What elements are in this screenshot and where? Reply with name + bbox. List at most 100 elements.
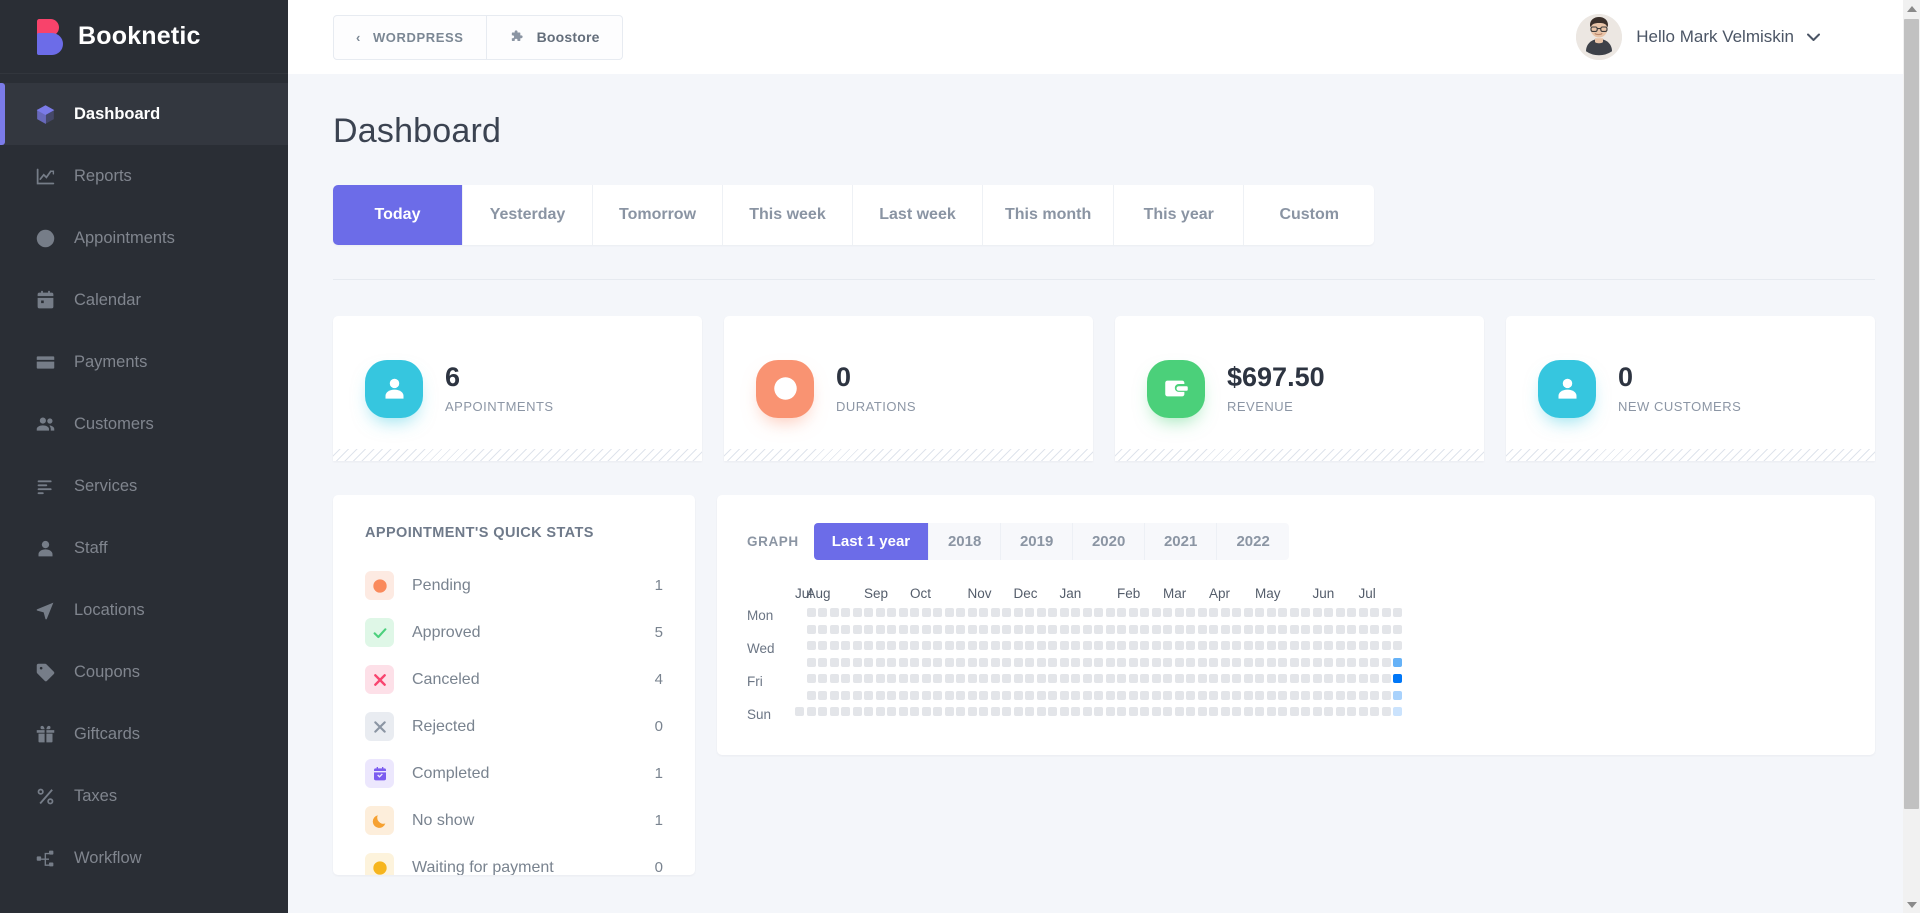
heatmap-cell[interactable]	[1278, 690, 1287, 700]
heatmap-cell[interactable]	[1255, 690, 1264, 700]
heatmap-cell[interactable]	[864, 674, 873, 683]
heatmap-cell[interactable]	[795, 625, 804, 634]
heatmap-cell[interactable]	[933, 641, 942, 650]
heatmap-cell[interactable]	[1289, 624, 1299, 634]
heatmap-cell[interactable]	[795, 674, 804, 683]
heatmap-cell[interactable]	[1209, 624, 1218, 634]
heatmap-cell[interactable]	[875, 657, 885, 667]
heatmap-cell[interactable]	[1243, 657, 1253, 667]
heatmap-cell[interactable]	[852, 641, 862, 650]
heatmap-cell[interactable]	[1048, 624, 1057, 634]
sidebar-item-giftcards[interactable]: Giftcards	[0, 703, 288, 765]
heatmap-cell[interactable]	[1094, 690, 1103, 700]
range-tab-this-year[interactable]: This year	[1114, 185, 1245, 245]
heatmap-cell[interactable]	[990, 608, 1000, 617]
heatmap-cell[interactable]	[1324, 624, 1333, 634]
heatmap-cell[interactable]	[1128, 624, 1138, 634]
heatmap-cell[interactable]	[898, 624, 908, 634]
heatmap-cell[interactable]	[1025, 690, 1034, 700]
quick-stat-row[interactable]: Completed 1	[365, 750, 663, 797]
heatmap-cell[interactable]	[1289, 674, 1299, 683]
heatmap-cell[interactable]	[806, 657, 816, 667]
heatmap-cell[interactable]	[1013, 707, 1023, 716]
heatmap-cell[interactable]	[1036, 608, 1046, 617]
graph-year-tab-2019[interactable]: 2019	[1001, 523, 1074, 560]
heatmap-cell[interactable]	[1082, 674, 1092, 683]
heatmap-cell[interactable]	[944, 608, 954, 617]
heatmap-cell[interactable]	[1117, 657, 1126, 667]
graph-year-tab-2021[interactable]: 2021	[1145, 523, 1218, 560]
heatmap-cell[interactable]	[1393, 608, 1402, 617]
heatmap-cell[interactable]	[1324, 707, 1333, 716]
heatmap-cell[interactable]	[1370, 674, 1379, 683]
sidebar-item-calendar[interactable]: Calendar	[0, 269, 288, 331]
heatmap-cell[interactable]	[875, 674, 885, 683]
heatmap-cell[interactable]	[944, 657, 954, 667]
heatmap-cell[interactable]	[910, 641, 919, 650]
quick-stat-row[interactable]: No show 1	[365, 797, 663, 844]
sidebar-item-workflow[interactable]: Workflow	[0, 827, 288, 889]
heatmap-cell[interactable]	[1036, 624, 1046, 634]
heatmap-cell[interactable]	[1174, 624, 1184, 634]
heatmap-cell[interactable]	[852, 657, 862, 667]
heatmap-cell[interactable]	[1036, 641, 1046, 650]
heatmap-cell[interactable]	[818, 690, 827, 700]
heatmap-cell[interactable]	[1128, 674, 1138, 683]
heatmap-cell[interactable]	[1174, 674, 1184, 683]
heatmap-cell[interactable]	[852, 690, 862, 700]
heatmap-cell[interactable]	[1220, 707, 1230, 716]
heatmap-cell[interactable]	[1289, 657, 1299, 667]
heatmap-cell[interactable]	[1140, 624, 1149, 634]
heatmap-cell[interactable]	[1140, 707, 1149, 716]
heatmap-cell[interactable]	[1059, 674, 1069, 683]
heatmap-cell[interactable]	[1105, 608, 1115, 617]
graph-year-tab-last-1-year[interactable]: Last 1 year	[813, 523, 930, 560]
heatmap-cell[interactable]	[1071, 707, 1080, 716]
heatmap-cell[interactable]	[1266, 624, 1276, 634]
brand-logo-area[interactable]: Booknetic	[0, 0, 288, 74]
heatmap-cell[interactable]	[921, 690, 931, 700]
heatmap-cell[interactable]	[1278, 657, 1287, 667]
heatmap-cell[interactable]	[990, 707, 1000, 716]
user-menu[interactable]: Hello Mark Velmiskin	[1576, 0, 1820, 74]
sidebar-item-dashboard[interactable]: Dashboard	[0, 83, 288, 145]
heatmap-cell[interactable]	[1347, 624, 1356, 634]
heatmap-cell[interactable]	[967, 657, 977, 667]
heatmap-cell[interactable]	[933, 707, 942, 716]
heatmap-cell[interactable]	[1036, 707, 1046, 716]
heatmap-cell[interactable]	[818, 674, 827, 683]
heatmap-cell[interactable]	[1301, 608, 1310, 617]
heatmap-cell[interactable]	[1278, 624, 1287, 634]
heatmap-cell[interactable]	[1301, 624, 1310, 634]
heatmap-cell[interactable]	[1025, 657, 1034, 667]
heatmap-cell[interactable]	[1128, 707, 1138, 716]
heatmap-cell[interactable]	[818, 707, 827, 716]
heatmap-cell[interactable]	[898, 608, 908, 617]
heatmap-cell[interactable]	[1094, 707, 1103, 716]
scroll-down-arrow[interactable]	[1903, 896, 1920, 913]
heatmap-cell[interactable]	[1048, 690, 1057, 700]
heatmap-cell[interactable]	[1140, 608, 1149, 617]
heatmap-cell[interactable]	[841, 641, 850, 650]
heatmap-cell[interactable]	[887, 608, 896, 617]
heatmap-cell[interactable]	[1128, 608, 1138, 617]
heatmap-cell[interactable]	[1220, 608, 1230, 617]
scrollbar-thumb[interactable]	[1904, 19, 1919, 809]
heatmap-cell[interactable]	[1071, 690, 1080, 700]
heatmap-cell[interactable]	[1324, 690, 1333, 700]
heatmap-cell[interactable]	[944, 674, 954, 683]
heatmap-cell[interactable]	[1209, 707, 1218, 716]
heatmap-cell[interactable]	[1393, 707, 1402, 716]
heatmap-cell[interactable]	[841, 690, 850, 700]
heatmap-cell[interactable]	[1347, 641, 1356, 650]
heatmap-cell[interactable]	[1071, 657, 1080, 667]
heatmap-cell[interactable]	[956, 657, 965, 667]
heatmap-cell[interactable]	[1186, 707, 1195, 716]
heatmap-cell[interactable]	[1186, 690, 1195, 700]
heatmap-cell[interactable]	[1370, 690, 1379, 700]
heatmap-cell[interactable]	[1301, 641, 1310, 650]
heatmap-cell[interactable]	[1197, 608, 1207, 617]
heatmap-cell[interactable]	[1059, 624, 1069, 634]
range-tab-custom[interactable]: Custom	[1244, 185, 1375, 245]
heatmap-cell[interactable]	[910, 624, 919, 634]
